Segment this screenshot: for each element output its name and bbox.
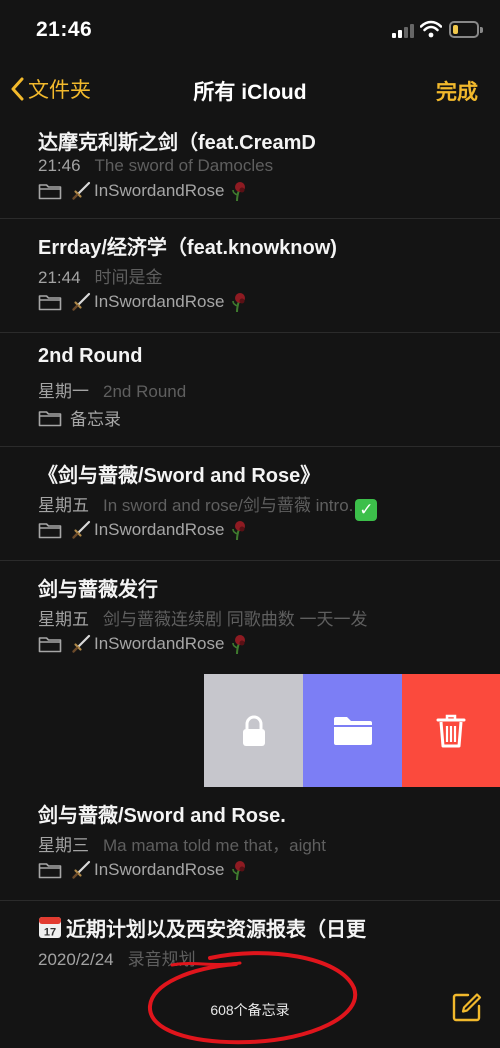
note-time: 星期三 <box>38 836 89 855</box>
status-time: 21:46 <box>36 18 93 41</box>
folder-icon <box>38 410 62 426</box>
folder-name: InSwordandRose <box>94 292 225 311</box>
note-folder: InSwordandRose <box>38 291 248 313</box>
note-title: 17 近期计划以及西安资源报表（日更 <box>38 913 366 942</box>
cellular-signal-icon <box>392 22 416 38</box>
note-time: 2020/2/24 <box>38 950 114 969</box>
wilted-rose-icon <box>232 521 246 541</box>
folder-name: InSwordandRose <box>94 181 225 200</box>
sword-icon <box>72 292 91 311</box>
wifi-icon <box>420 20 442 38</box>
note-title: 剑与蔷薇发行 <box>38 579 158 601</box>
folder-icon <box>38 863 62 879</box>
note-preview: Ma mama told me that，aight <box>103 836 326 855</box>
folder-icon <box>38 295 62 311</box>
wilted-rose-icon <box>232 861 246 881</box>
note-folder: InSwordandRose <box>38 180 248 202</box>
note-preview: 2nd Round <box>103 382 187 401</box>
sword-icon <box>72 181 91 200</box>
note-preview: The sword of Damocles <box>94 156 274 175</box>
note-folder: 备忘录 <box>38 405 121 430</box>
note-title: 2nd Round <box>38 345 143 367</box>
note-meta: 星期三 Ma mama told me that，aight <box>38 831 326 856</box>
delete-note-button[interactable] <box>402 674 500 787</box>
notes-screen: 21:46 文件夹 所有 iCloud 完成 达摩克利斯之剑（feat.Crea… <box>0 0 500 1048</box>
note-item[interactable]: 2nd Round 星期一 2nd Round 备忘录 <box>0 333 500 447</box>
note-folder: InSwordandRose <box>38 633 248 655</box>
note-time: 星期一 <box>38 382 89 401</box>
note-item[interactable]: 剑与蔷薇/Sword and Rose. 星期三 Ma mama told me … <box>0 787 500 901</box>
note-folder: InSwordandRose <box>38 859 248 881</box>
folder-icon <box>38 184 62 200</box>
note-item[interactable]: 《剑与蔷薇/Sword and Rose》 星期五 In sword and ro… <box>0 447 500 561</box>
note-meta: 21:46 The sword of Damocles <box>38 156 273 176</box>
compose-icon[interactable] <box>452 992 482 1022</box>
lock-note-button[interactable] <box>204 674 303 787</box>
folder-icon <box>333 716 372 745</box>
wilted-rose-icon <box>232 635 246 655</box>
note-time: 21:46 <box>38 156 81 175</box>
trash-icon <box>436 714 466 747</box>
note-time: 星期五 <box>38 496 89 515</box>
done-button[interactable]: 完成 <box>436 76 478 106</box>
note-meta: 星期五 In sword and rose/剑与蔷薇 intro. ✓ <box>38 491 378 521</box>
folder-icon <box>38 637 62 653</box>
status-bar: 21:46 <box>0 0 500 60</box>
folder-name: InSwordandRose <box>94 860 225 879</box>
note-folder: InSwordandRose <box>38 519 248 541</box>
sword-icon <box>72 634 91 653</box>
note-preview: In sword and rose/剑与蔷薇 intro. <box>103 496 354 515</box>
note-preview: 剑与蔷薇连续剧 同歌曲数 一天一发 <box>103 610 368 629</box>
move-note-button[interactable] <box>303 674 402 787</box>
wilted-rose-icon <box>232 293 246 313</box>
note-time: 21:44 <box>38 268 81 287</box>
note-item[interactable]: 达摩克利斯之剑（feat.CreamD 21:46 The sword of Da… <box>0 118 500 219</box>
calendar-icon: 17 <box>39 917 61 939</box>
notes-list: 达摩克利斯之剑（feat.CreamD 21:46 The sword of Da… <box>0 118 500 675</box>
folder-icon <box>38 523 62 539</box>
note-title: 达摩克利斯之剑（feat.CreamD <box>38 132 316 154</box>
note-title: 剑与蔷薇/Sword and Rose. <box>38 805 286 827</box>
note-title-text: 近期计划以及西安资源报表（日更 <box>66 919 366 941</box>
annotation-scribble <box>170 961 242 967</box>
note-time: 星期五 <box>38 610 89 629</box>
swipe-actions-row <box>0 674 500 787</box>
folder-name: InSwordandRose <box>94 520 225 539</box>
wilted-rose-icon <box>232 182 246 202</box>
checkmark-icon: ✓ <box>355 499 378 521</box>
folder-name: InSwordandRose <box>94 634 225 653</box>
navigation-bar: 文件夹 所有 iCloud 完成 <box>0 60 500 118</box>
bottom-toolbar: 608个备忘录 <box>0 978 500 1048</box>
note-meta: 星期五 剑与蔷薇连续剧 同歌曲数 一天一发 <box>38 605 367 630</box>
sword-icon <box>72 520 91 539</box>
folder-name: 备忘录 <box>70 410 121 429</box>
note-meta: 21:44 时间是金 <box>38 263 163 288</box>
note-item[interactable]: Errday/经济学（feat.knowknow) 21:44 时间是金 InSw… <box>0 219 500 333</box>
page-title: 所有 iCloud <box>193 81 307 104</box>
note-title: Errday/经济学（feat.knowknow) <box>38 237 337 259</box>
battery-icon <box>449 21 483 38</box>
notes-count: 608个备忘录 <box>210 1002 290 1018</box>
note-title: 《剑与蔷薇/Sword and Rose》 <box>38 465 321 487</box>
lock-icon <box>242 715 265 746</box>
note-meta: 星期一 2nd Round <box>38 377 186 402</box>
sword-icon <box>72 860 91 879</box>
note-item[interactable]: 剑与蔷薇发行 星期五 剑与蔷薇连续剧 同歌曲数 一天一发 InSwordandRo… <box>0 561 500 675</box>
note-preview: 时间是金 <box>94 268 163 287</box>
svg-text:17: 17 <box>44 927 56 939</box>
